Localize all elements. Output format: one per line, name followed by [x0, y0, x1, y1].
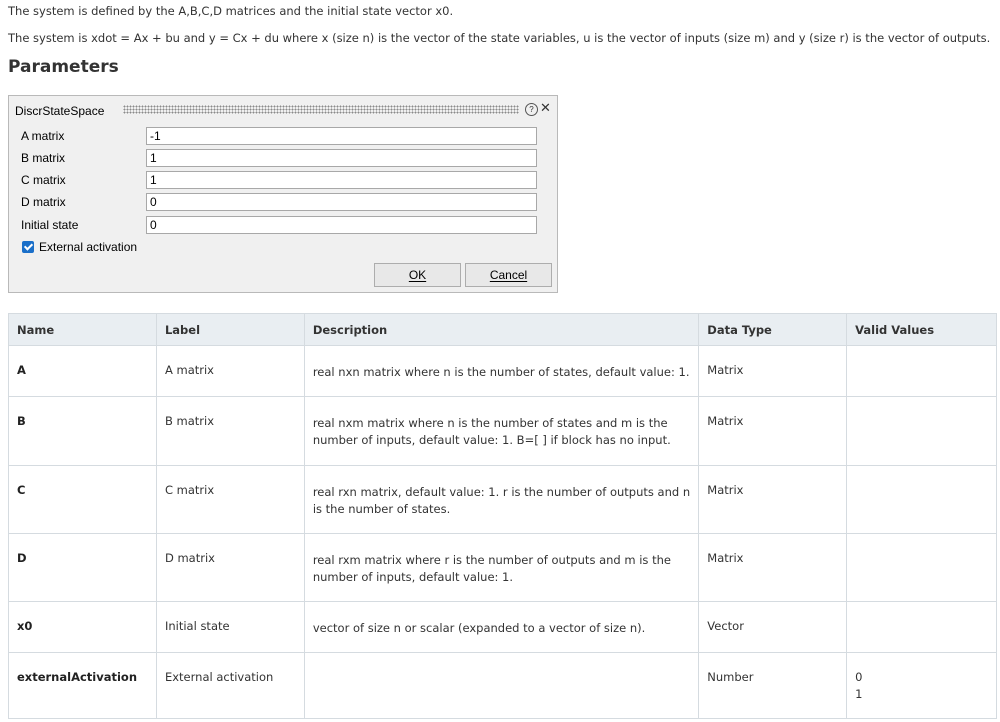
table-row: externalActivation External activation N… — [8, 652, 997, 719]
table-row: A A matrix real nxn matrix where n is th… — [8, 345, 997, 397]
table-row: x0 Initial state vector of size n or sca… — [8, 601, 997, 653]
param-description: real nxm matrix where n is the number of… — [303, 396, 700, 466]
param-label: C matrix — [155, 465, 305, 534]
param-data-type: Matrix — [698, 396, 848, 466]
column-header-description: Description — [303, 313, 700, 346]
param-name: B — [8, 396, 157, 466]
intro-text-line-1: The system is defined by the A,B,C,D mat… — [8, 4, 454, 18]
param-description: vector of size n or scalar (expanded to … — [303, 601, 700, 653]
column-header-label: Label — [155, 313, 305, 346]
param-valid-values: 0 1 — [846, 652, 997, 719]
external-activation-label[interactable]: External activation — [39, 240, 137, 254]
a-matrix-input[interactable] — [146, 127, 537, 145]
param-valid-values — [846, 533, 997, 602]
valid-value: 1 — [855, 687, 863, 701]
table-row: C C matrix real rxn matrix, default valu… — [8, 465, 997, 534]
external-activation-checkbox[interactable] — [22, 241, 34, 253]
param-data-type: Vector — [698, 601, 848, 653]
param-data-type: Matrix — [698, 465, 848, 534]
initial-state-label: Initial state — [21, 218, 79, 232]
b-matrix-label: B matrix — [21, 151, 66, 165]
column-header-name: Name — [8, 313, 157, 346]
table-header-row: Name Label Description Data Type Valid V… — [8, 313, 997, 346]
param-valid-values — [846, 465, 997, 534]
c-matrix-label: C matrix — [21, 173, 66, 187]
b-matrix-input[interactable] — [146, 149, 537, 167]
table-row: D D matrix real rxm matrix where r is th… — [8, 533, 997, 602]
a-matrix-label: A matrix — [21, 129, 65, 143]
param-label: D matrix — [155, 533, 305, 602]
param-valid-values — [846, 345, 997, 397]
param-data-type: Number — [698, 652, 848, 719]
param-data-type: Matrix — [698, 345, 848, 397]
param-label: Initial state — [155, 601, 305, 653]
param-name: externalActivation — [8, 652, 157, 719]
valid-value: 0 — [855, 670, 863, 684]
intro-text-line-2: The system is xdot = Ax + bu and y = Cx … — [8, 31, 991, 45]
param-description: real rxm matrix where r is the number of… — [303, 533, 700, 602]
initial-state-input[interactable] — [146, 216, 537, 234]
param-valid-values — [846, 396, 997, 466]
help-circle-icon[interactable]: ? — [525, 103, 538, 116]
param-label: External activation — [155, 652, 305, 719]
ok-button[interactable]: OK — [374, 263, 461, 287]
param-description: real nxn matrix where n is the number of… — [303, 345, 700, 397]
d-matrix-label: D matrix — [21, 195, 66, 209]
param-name: A — [8, 345, 157, 397]
param-name: C — [8, 465, 157, 534]
c-matrix-input[interactable] — [146, 171, 537, 189]
param-label: A matrix — [155, 345, 305, 397]
dialog-drag-handle[interactable] — [123, 105, 519, 114]
d-matrix-input[interactable] — [146, 193, 537, 211]
param-label: B matrix — [155, 396, 305, 466]
param-description — [303, 652, 700, 719]
cancel-button[interactable]: Cancel — [465, 263, 552, 287]
param-data-type: Matrix — [698, 533, 848, 602]
discr-state-space-dialog: DiscrStateSpace ? ✕ A matrix B matrix C … — [8, 95, 558, 293]
close-icon[interactable]: ✕ — [540, 100, 551, 116]
parameters-heading: Parameters — [8, 57, 119, 77]
param-valid-values — [846, 601, 997, 653]
param-name: D — [8, 533, 157, 602]
dialog-title: DiscrStateSpace — [15, 104, 105, 118]
column-header-data-type: Data Type — [698, 313, 848, 346]
table-row: B B matrix real nxm matrix where n is th… — [8, 396, 997, 466]
param-description: real rxn matrix, default value: 1. r is … — [303, 465, 700, 534]
column-header-valid-values: Valid Values — [846, 313, 997, 346]
parameters-table: Name Label Description Data Type Valid V… — [8, 313, 997, 719]
param-name: x0 — [8, 601, 157, 653]
